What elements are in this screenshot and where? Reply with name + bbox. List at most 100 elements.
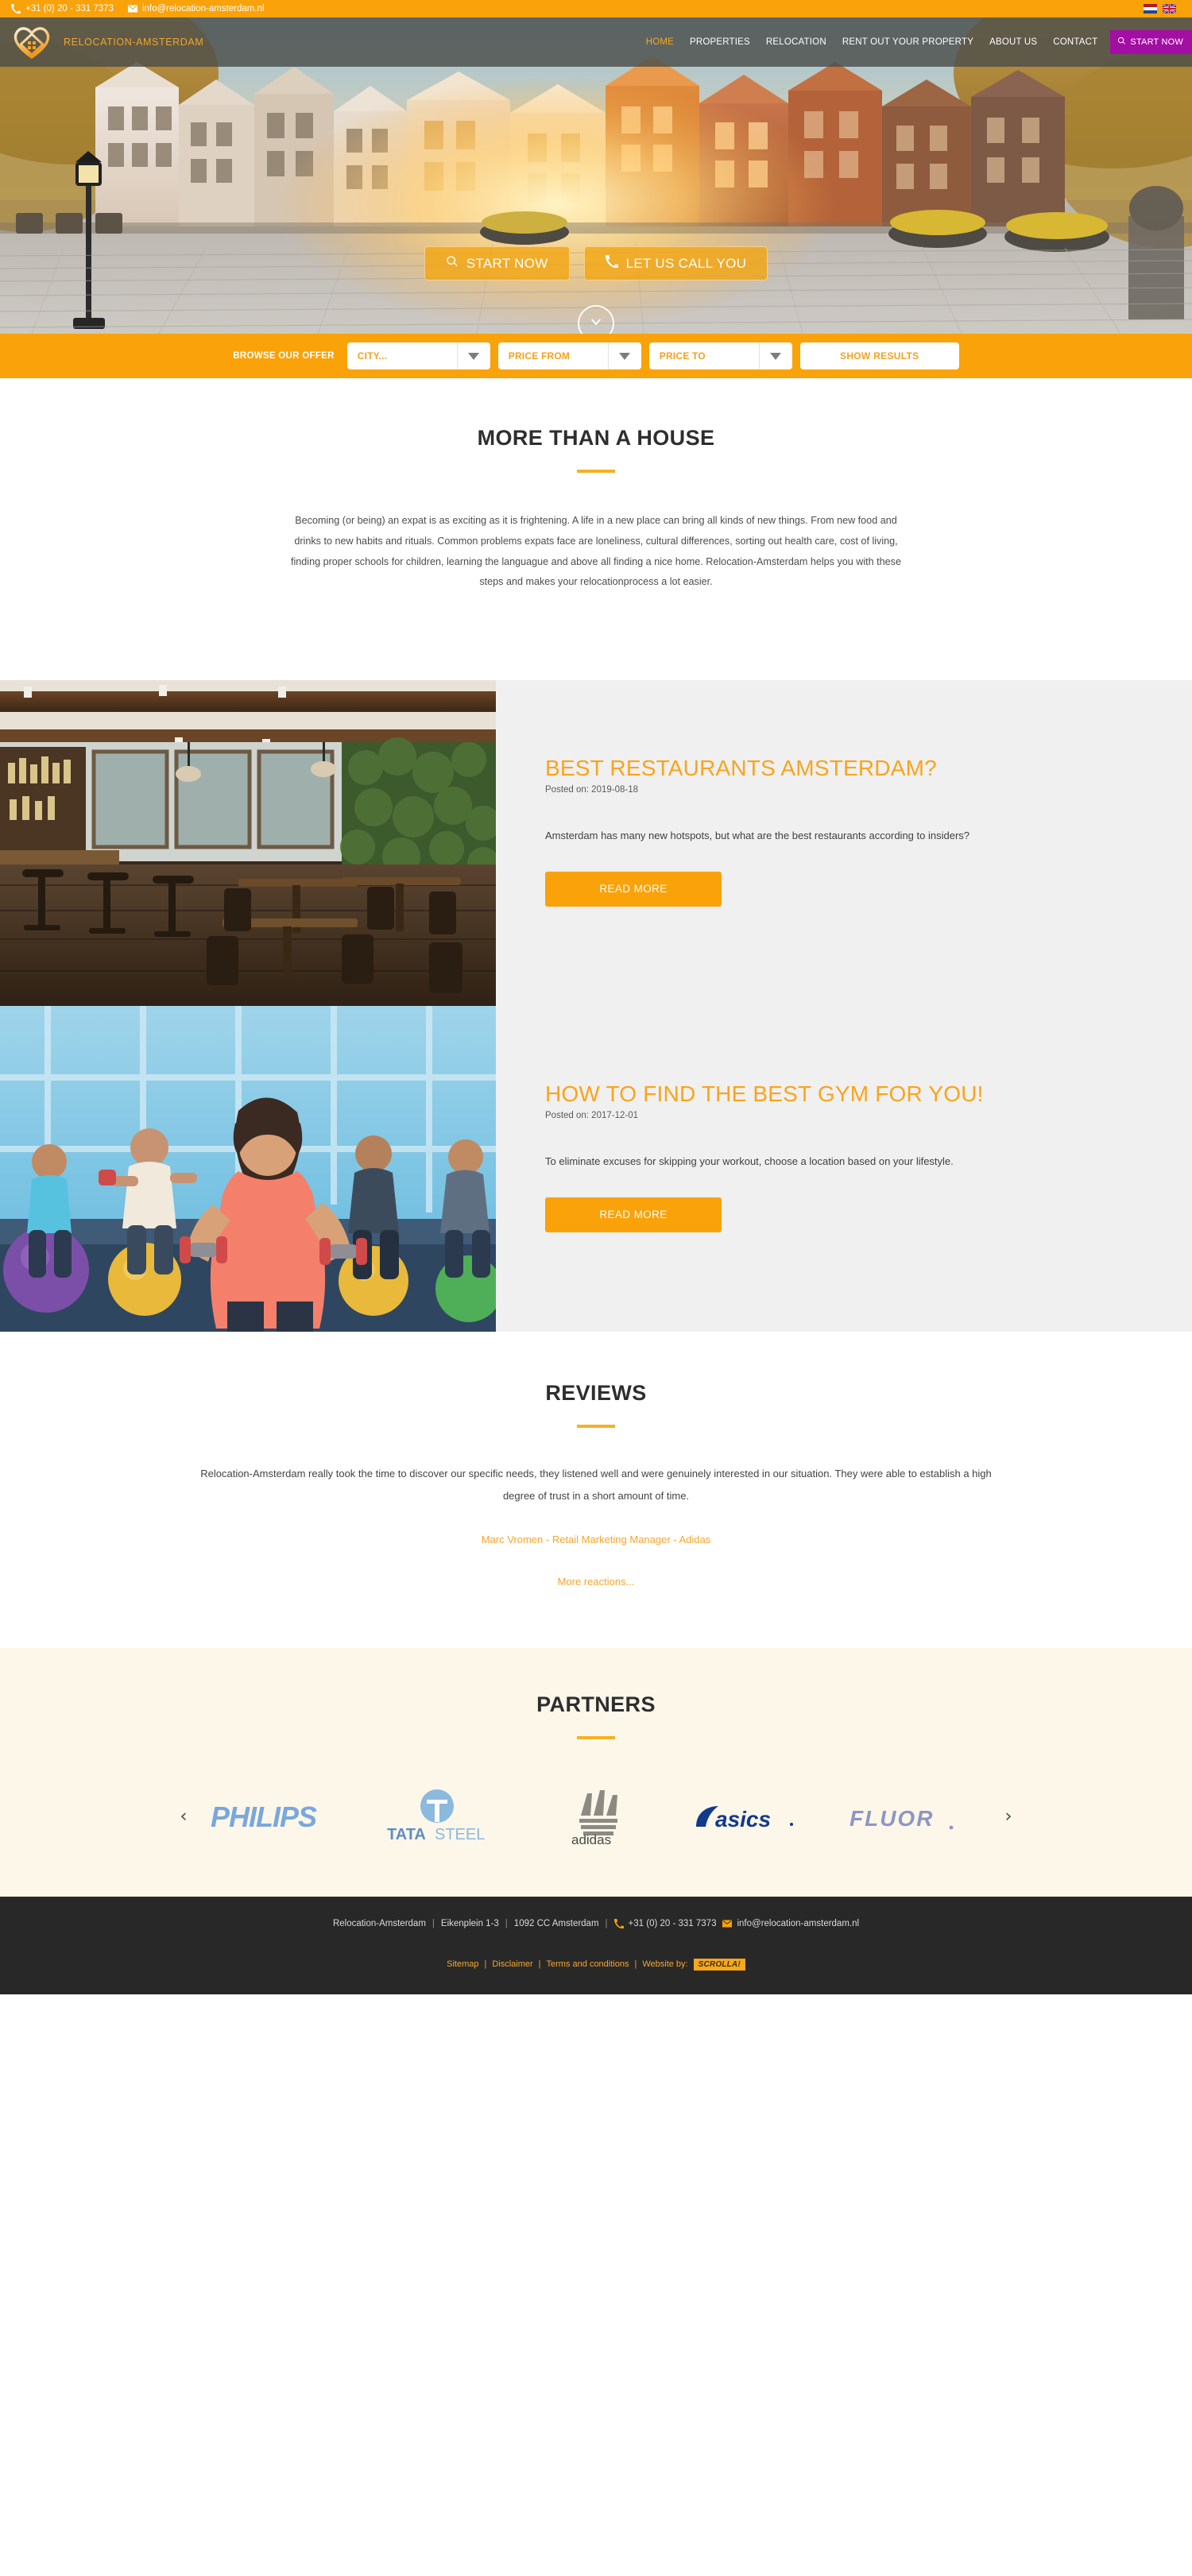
tata-steel-logo[interactable]: TATA STEEL (358, 1789, 517, 1846)
partners-carousel: ‹ PHILIPS TATA STEEL adidas asics FLUOR … (0, 1789, 1192, 1846)
footer-phone[interactable]: +31 (0) 20 - 331 7373 (613, 1918, 717, 1929)
search-icon (1117, 37, 1126, 48)
city-select[interactable]: CITY... (346, 342, 490, 369)
nav-item-about-us[interactable]: ABOUT US (981, 37, 1045, 47)
phone-icon (605, 255, 619, 272)
topbar-phone[interactable]: +31 (0) 20 - 331 7373 (11, 4, 114, 14)
footer-separator: | (634, 1959, 637, 1970)
phone-icon (613, 1918, 625, 1929)
blog-post-date: Posted on: 2019-08-18 (545, 784, 639, 795)
svg-text:asics: asics (715, 1807, 771, 1831)
footer-company: Relocation-Amsterdam (332, 1918, 426, 1928)
footer-website-by-label: Website by: (642, 1959, 688, 1970)
svg-text:FLUOR: FLUOR (849, 1806, 934, 1831)
price-to-select-value: PRICE TO (659, 350, 706, 362)
svg-text:PHILIPS: PHILIPS (211, 1800, 317, 1833)
city-select-value: CITY... (357, 350, 388, 362)
language-switcher (1144, 3, 1181, 14)
hero-call-you-label: LET US CALL YOU (625, 255, 747, 271)
hero-start-now-button[interactable]: START NOW (424, 246, 570, 280)
envelope-icon (722, 1919, 733, 1928)
section-divider (577, 1425, 615, 1429)
site-footer: Relocation-Amsterdam | Eikenplein 1-3 | … (0, 1896, 1192, 1994)
intro-title: MORE THAN A HOUSE (477, 426, 715, 450)
footer-email-text: info@relocation-amsterdam.nl (737, 1918, 860, 1928)
nav-start-now-label: START NOW (1130, 37, 1183, 47)
logo-text: RELOCATION-AMSTERDAM (64, 37, 204, 48)
property-search-bar: BROWSE OUR OFFER CITY... PRICE FROM PRIC… (0, 334, 1192, 378)
footer-separator: | (538, 1959, 541, 1970)
blog-read-more-button[interactable]: READ MORE (545, 871, 722, 907)
nav-item-properties[interactable]: PROPERTIES (682, 37, 758, 47)
nav-item-relocation[interactable]: RELOCATION (758, 37, 834, 47)
asics-logo[interactable]: asics (675, 1789, 834, 1846)
svg-text:adidas: adidas (571, 1832, 611, 1846)
footer-contact-line: Relocation-Amsterdam | Eikenplein 1-3 | … (0, 1918, 1192, 1929)
review-quote: Relocation-Amsterdam really took the tim… (200, 1468, 992, 1502)
blog-post-row: HOW TO FIND THE BEST GYM FOR YOU! Posted… (0, 1006, 1192, 1332)
show-results-button[interactable]: SHOW RESULTS (799, 342, 959, 369)
topbar-email-text: info@relocation-amsterdam.nl (141, 4, 265, 14)
footer-link-terms[interactable]: Terms and conditions (547, 1959, 629, 1969)
chevron-down-icon (758, 342, 792, 369)
blog-post-body: HOW TO FIND THE BEST GYM FOR YOU! Posted… (496, 1006, 1192, 1332)
adidas-logo[interactable]: adidas (517, 1789, 675, 1846)
chevron-right-icon[interactable]: › (993, 1808, 1024, 1826)
chevron-down-icon (589, 315, 603, 333)
partners-section: PARTNERS ‹ PHILIPS TATA STEEL adidas asi… (0, 1647, 1192, 1897)
intro-body: Becoming (or being) an expat is as excit… (291, 515, 901, 588)
topbar-phone-text: +31 (0) 20 - 331 7373 (25, 4, 114, 14)
footer-phone-text: +31 (0) 20 - 331 7373 (628, 1918, 717, 1928)
more-reactions-link[interactable]: More reactions... (558, 1576, 635, 1588)
footer-separator: | (605, 1918, 608, 1928)
footer-separator: | (505, 1918, 508, 1928)
chevron-left-icon[interactable]: ‹ (168, 1808, 199, 1826)
search-icon (446, 255, 459, 272)
blog-read-more-button[interactable]: READ MORE (545, 1197, 722, 1232)
blog-post-body: BEST RESTAURANTS AMSTERDAM? Posted on: 2… (496, 680, 1192, 1007)
scrolla-badge[interactable]: SCROLLA! (693, 1958, 745, 1971)
logo[interactable]: RELOCATION-AMSTERDAM (11, 24, 203, 60)
review-author: Marc Vromen - Retail Marketing Manager -… (481, 1533, 711, 1545)
blog-section: BEST RESTAURANTS AMSTERDAM? Posted on: 2… (0, 680, 1192, 1332)
reviews-section: REVIEWS Relocation-Amsterdam really took… (0, 1332, 1192, 1648)
price-from-select[interactable]: PRICE FROM (497, 342, 641, 369)
footer-separator: | (484, 1959, 487, 1970)
footer-email[interactable]: info@relocation-amsterdam.nl (722, 1919, 859, 1928)
homepage: +31 (0) 20 - 331 7373 info@relocation-am… (0, 0, 1192, 1994)
restaurant-interior-photo[interactable] (0, 680, 496, 1007)
nav-item-contact[interactable]: CONTACT (1045, 37, 1105, 47)
reviews-title: REVIEWS (545, 1381, 647, 1406)
blog-post-title[interactable]: BEST RESTAURANTS AMSTERDAM? (545, 756, 1192, 780)
topbar-email[interactable]: info@relocation-amsterdam.nl (127, 4, 265, 14)
intro-section: MORE THAN A HOUSE Becoming (or being) an… (0, 378, 1192, 681)
section-divider (577, 1735, 615, 1739)
blog-post-row: BEST RESTAURANTS AMSTERDAM? Posted on: 2… (0, 680, 1192, 1007)
search-bar-label: BROWSE OUR OFFER (233, 351, 335, 361)
chevron-down-icon (607, 342, 641, 369)
price-to-select[interactable]: PRICE TO (648, 342, 792, 369)
nav-item-home[interactable]: HOME (638, 37, 682, 47)
flag-en[interactable] (1162, 3, 1177, 14)
footer-link-disclaimer[interactable]: Disclaimer (492, 1959, 532, 1969)
section-divider (577, 470, 615, 473)
partners-title: PARTNERS (536, 1692, 656, 1716)
site-header: RELOCATION-AMSTERDAM HOME PROPERTIES REL… (0, 17, 1192, 67)
main-nav: HOME PROPERTIES RELOCATION RENT OUT YOUR… (638, 17, 1192, 67)
footer-link-sitemap[interactable]: Sitemap (447, 1959, 478, 1969)
flag-nl[interactable] (1144, 4, 1157, 14)
blog-post-title[interactable]: HOW TO FIND THE BEST GYM FOR YOU! (545, 1082, 1192, 1106)
footer-street: Eikenplein 1-3 (440, 1918, 499, 1928)
phone-icon (11, 4, 21, 14)
hero-call-you-button[interactable]: LET US CALL YOU (583, 246, 768, 280)
chevron-down-icon (456, 342, 490, 369)
blog-post-excerpt: To eliminate excuses for skipping your w… (545, 1155, 954, 1167)
nav-start-now-button[interactable]: START NOW (1110, 30, 1192, 54)
footer-links-line: Sitemap | Disclaimer | Terms and conditi… (0, 1958, 1192, 1971)
fluor-logo[interactable]: FLUOR (834, 1789, 993, 1846)
price-from-select-value: PRICE FROM (508, 350, 571, 362)
nav-item-rent-out-your-property[interactable]: RENT OUT YOUR PROPERTY (834, 37, 981, 47)
philips-logo[interactable]: PHILIPS (199, 1789, 358, 1846)
footer-city: 1092 CC Amsterdam (513, 1918, 599, 1928)
gym-workout-photo[interactable] (0, 1006, 496, 1332)
